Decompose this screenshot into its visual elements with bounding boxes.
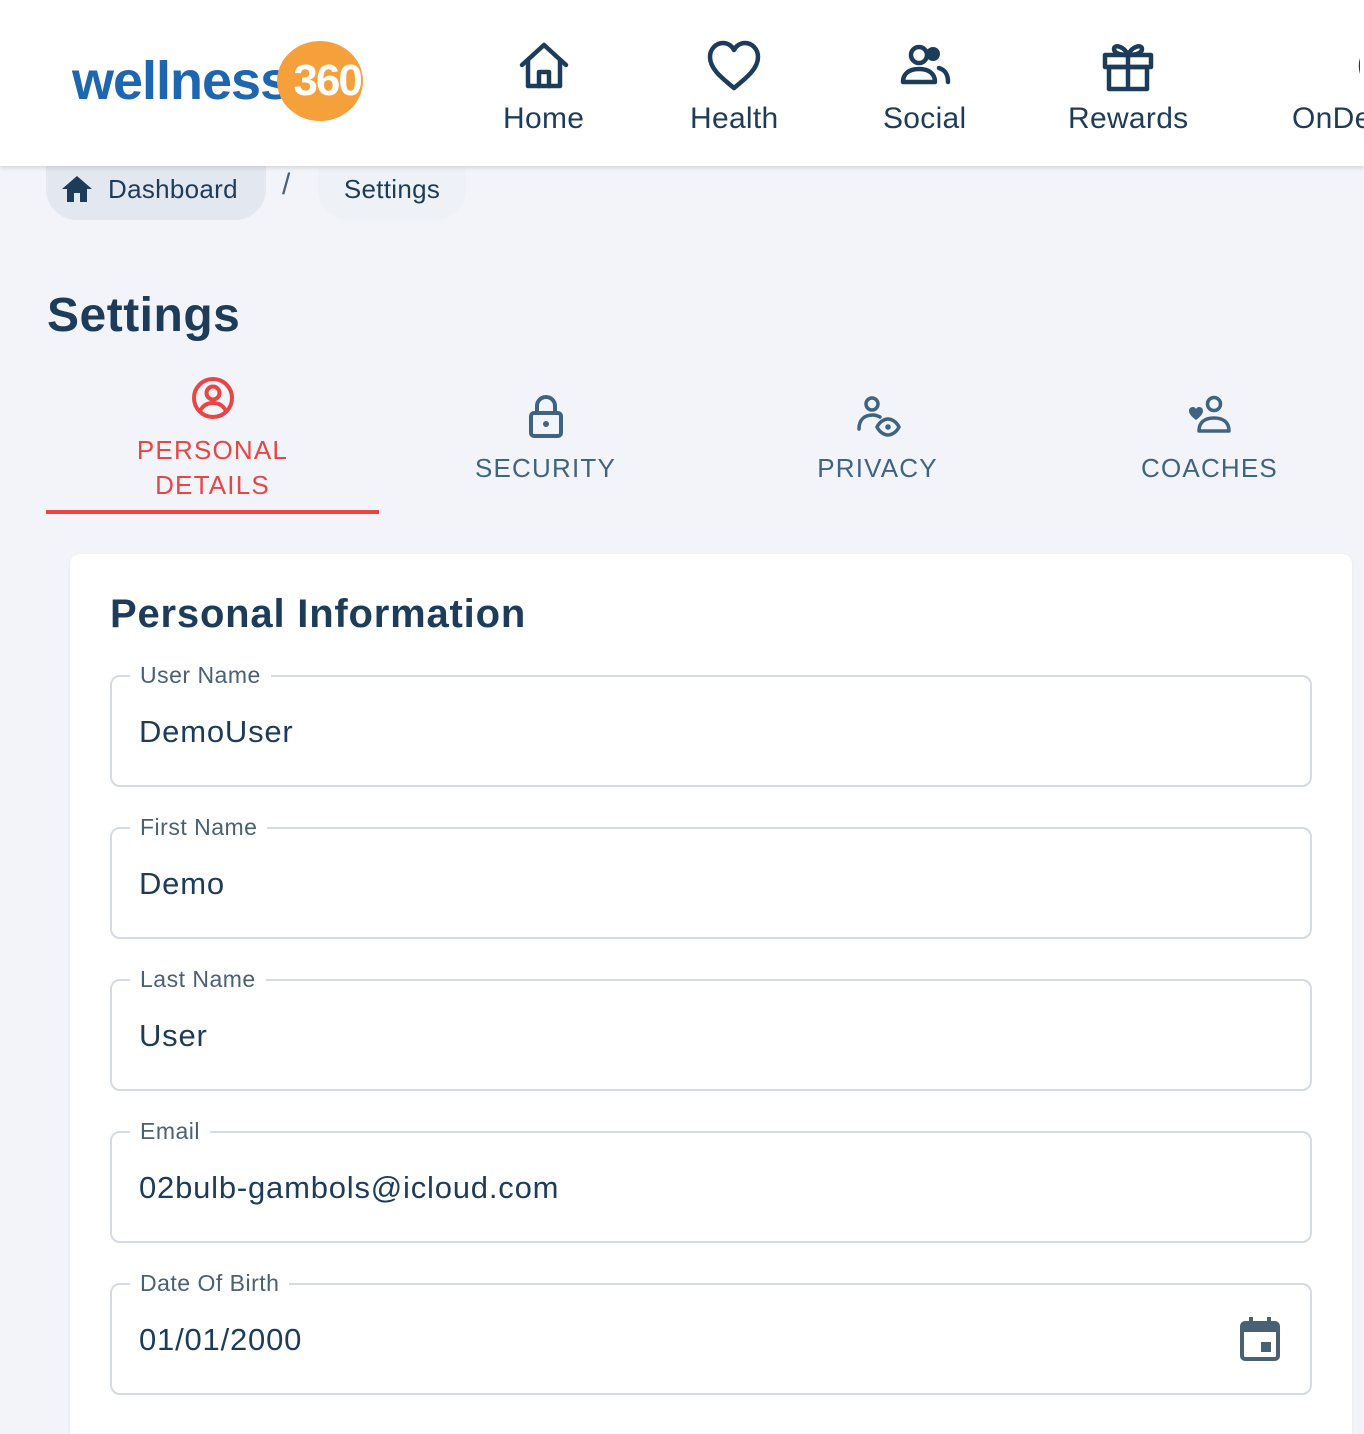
logo-wordmark: wellness: [72, 51, 290, 111]
breadcrumb-dashboard[interactable]: Dashboard: [46, 158, 266, 220]
nav-label-home: Home: [503, 102, 585, 135]
nav-label-rewards: Rewards: [1068, 102, 1189, 135]
field-label: User Name: [130, 659, 271, 691]
field-value[interactable]: 02bulb-gambols@icloud.com: [139, 1169, 559, 1207]
tab-coaches[interactable]: COACHES: [1043, 364, 1364, 514]
nav-item-social[interactable]: Social: [883, 38, 967, 136]
user-heart-icon: [1188, 395, 1231, 433]
user-name-field[interactable]: User Name DemoUser: [110, 659, 1312, 787]
tab-label-security: SECURITY: [474, 452, 617, 483]
nav-label-health: Health: [690, 102, 779, 135]
personal-information-card: Personal Information User Name Demo User …: [70, 554, 1352, 1434]
field-label: Date Of Birth: [130, 1267, 290, 1299]
nav-item-home[interactable]: Home: [503, 38, 584, 136]
logo-number: 360: [293, 56, 362, 105]
nav-item-health[interactable]: Health: [690, 38, 779, 136]
field-value[interactable]: 01/01/2000: [139, 1321, 302, 1359]
user-eye-icon: [856, 395, 901, 437]
wellness360-logo[interactable]: wellness 360: [72, 40, 364, 122]
nav-label-social: Social: [883, 102, 967, 135]
field-label: First Name: [130, 811, 268, 843]
first-name-field[interactable]: First Name Demo: [110, 811, 1312, 939]
nav-item-rewards[interactable]: Rewards: [1068, 38, 1188, 136]
top-navigation-bar: wellness 360 Home Health Social Rewards …: [0, 0, 1364, 166]
people-icon: [900, 44, 950, 85]
logo-badge: 360: [277, 41, 364, 121]
lock-icon: [528, 394, 563, 438]
nav-label-ondemand: OnDe: [1292, 102, 1364, 135]
tab-label-privacy: PRIVACY: [817, 452, 938, 483]
gift-icon: [1102, 44, 1154, 92]
calendar-icon[interactable]: [1238, 1315, 1282, 1363]
home-icon: [62, 176, 92, 202]
tab-label-personal-details: PERSONAL DETAILS: [136, 435, 289, 500]
field-value[interactable]: DemoUser: [139, 713, 294, 751]
nav-item-ondemand[interactable]: OnDe: [1292, 38, 1364, 136]
breadcrumb-current: Settings: [318, 158, 466, 220]
home-icon: [519, 42, 568, 89]
field-label: Email: [130, 1115, 211, 1147]
breadcrumb-separator: /: [282, 168, 291, 201]
page-title: Settings: [47, 289, 241, 342]
field-label: Last Name: [130, 963, 266, 995]
last-name-field[interactable]: Last Name User: [110, 963, 1312, 1091]
circle-icon: [1358, 58, 1360, 74]
account-circle-icon: [191, 377, 234, 419]
field-value[interactable]: Demo: [139, 865, 225, 903]
tab-privacy[interactable]: PRIVACY: [711, 364, 1044, 514]
tab-label-coaches: COACHES: [1141, 452, 1278, 483]
card-title: Personal Information: [110, 592, 527, 636]
heart-icon: [708, 40, 761, 91]
field-value[interactable]: User: [139, 1017, 208, 1055]
breadcrumb-dashboard-label: Dashboard: [108, 173, 238, 204]
tab-personal-details[interactable]: PERSONAL DETAILS: [46, 364, 379, 514]
date-of-birth-field[interactable]: Date Of Birth 01/01/2000: [110, 1267, 1312, 1395]
email-field[interactable]: Email 02bulb-gambols@icloud.com: [110, 1115, 1312, 1243]
tab-security[interactable]: SECURITY: [379, 364, 712, 514]
